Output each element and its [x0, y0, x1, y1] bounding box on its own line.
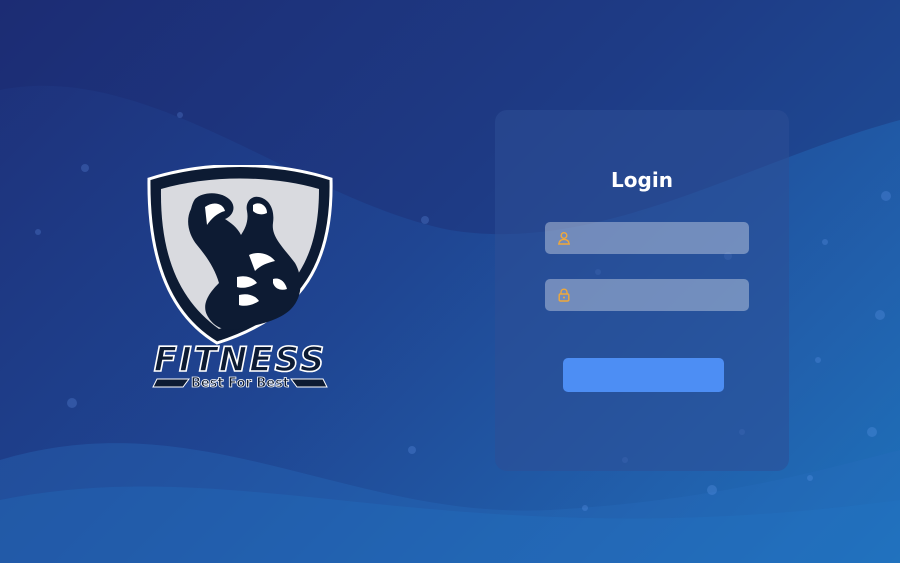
- password-input[interactable]: [571, 280, 749, 310]
- lock-icon: [557, 288, 571, 302]
- username-field[interactable]: [545, 222, 749, 254]
- username-input[interactable]: [571, 223, 749, 253]
- login-card: Login: [495, 110, 789, 471]
- user-icon: [557, 231, 571, 245]
- password-field[interactable]: [545, 279, 749, 311]
- logo-tagline: Best For Best: [191, 376, 289, 391]
- login-title: Login: [495, 168, 789, 192]
- login-button[interactable]: [563, 358, 724, 392]
- logo-wordmark: FITNESS: [154, 340, 327, 380]
- fitness-logo: FITNESS Best For Best: [145, 165, 335, 395]
